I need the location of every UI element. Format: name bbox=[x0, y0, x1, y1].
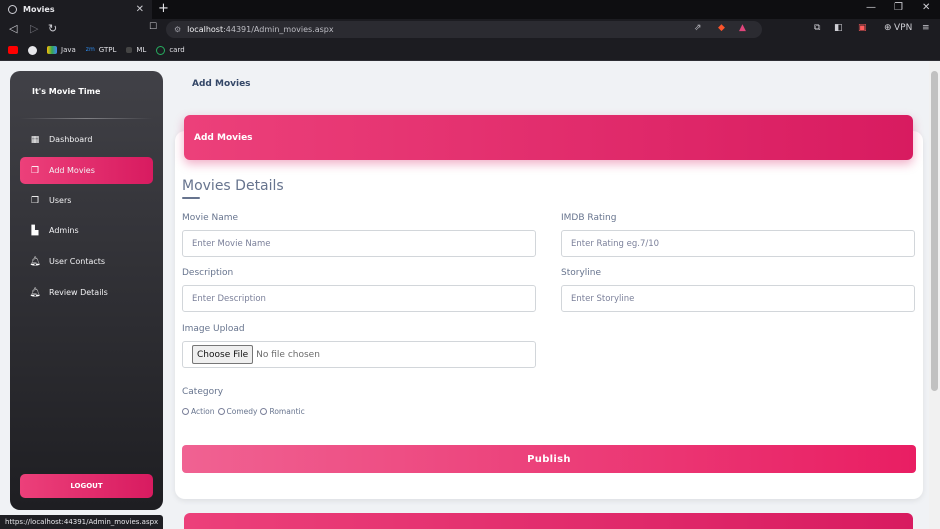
movie-name-label: Movie Name bbox=[182, 213, 239, 223]
bell-icon: 🔔︎ bbox=[29, 256, 41, 267]
section-underline bbox=[182, 197, 200, 199]
category-label: Category bbox=[182, 387, 224, 397]
dashboard-icon: ▦ bbox=[30, 134, 40, 145]
radio-romantic[interactable] bbox=[260, 408, 268, 415]
extensions-icon[interactable]: ⧉ bbox=[814, 23, 820, 33]
card-icon bbox=[156, 45, 166, 55]
brave-rewards-icon[interactable]: ▲ bbox=[739, 23, 746, 33]
minimize-icon[interactable]: — bbox=[866, 2, 876, 13]
youtube-bookmark[interactable] bbox=[8, 46, 18, 54]
description-input[interactable]: Enter Description bbox=[182, 285, 536, 312]
sidebar-item-label: Users bbox=[49, 196, 72, 205]
browser-tab-bar: Movies ✕ + — ❐ ✕ bbox=[0, 0, 940, 19]
browser-tab[interactable]: Movies ✕ bbox=[0, 0, 152, 19]
bookmark-java[interactable]: Java bbox=[47, 46, 76, 54]
forward-icon[interactable]: ▷ bbox=[30, 22, 38, 35]
page-title: Add Movies bbox=[192, 79, 251, 89]
radio-action-label[interactable]: Action bbox=[191, 407, 215, 416]
section-title: Movies Details bbox=[182, 178, 284, 194]
users-icon: ❐ bbox=[30, 195, 40, 206]
imdb-rating-label: IMDB Rating bbox=[561, 213, 617, 223]
image-upload-label: Image Upload bbox=[182, 324, 245, 334]
scrollbar-thumb[interactable] bbox=[931, 71, 938, 391]
sidebar-item-label: Dashboard bbox=[49, 135, 93, 144]
sidebar-item-label: Add Movies bbox=[49, 166, 95, 175]
sidebar-item-review-details[interactable]: 🔔︎ Review Details bbox=[20, 279, 153, 306]
sidebar-item-dashboard[interactable]: ▦ Dashboard bbox=[20, 126, 153, 153]
brave-shields-icon[interactable]: ◆ bbox=[718, 23, 725, 33]
sidebar: It's Movie Time ▦ Dashboard ❐ Add Movies… bbox=[10, 71, 163, 510]
image-upload-field[interactable]: Choose File No file chosen bbox=[182, 341, 536, 368]
close-tab-icon[interactable]: ✕ bbox=[136, 4, 144, 15]
choose-file-button[interactable]: Choose File bbox=[192, 345, 254, 364]
drive-icon bbox=[47, 46, 57, 54]
wallet-icon[interactable]: ▣ bbox=[858, 23, 867, 33]
storyline-label: Storyline bbox=[561, 268, 602, 278]
sidebar-item-label: Admins bbox=[49, 226, 79, 235]
sidebar-icon[interactable]: ◧ bbox=[834, 23, 843, 33]
bookmark-card[interactable]: card bbox=[156, 45, 185, 55]
radio-romantic-label[interactable]: Romantic bbox=[269, 407, 304, 416]
sidebar-divider bbox=[20, 118, 153, 119]
tab-title: Movies bbox=[23, 5, 55, 14]
imdb-rating-input[interactable]: Enter Rating eg.7/10 bbox=[561, 230, 915, 257]
storyline-input[interactable]: Enter Storyline bbox=[561, 285, 915, 312]
new-tab-button[interactable]: + bbox=[158, 1, 169, 16]
bookmark-gtpl[interactable]: zm GTPL bbox=[85, 46, 116, 54]
sidebar-item-users[interactable]: ❐ Users bbox=[20, 187, 153, 214]
bookmarks-bar: Java zm GTPL ML card bbox=[0, 40, 940, 61]
zoho-icon: zm bbox=[85, 46, 95, 54]
admins-icon: ▙ bbox=[31, 225, 39, 236]
sidebar-item-label: Review Details bbox=[49, 288, 108, 297]
movie-name-input[interactable]: Enter Movie Name bbox=[182, 230, 536, 257]
bell-icon: 🔔︎ bbox=[29, 287, 41, 298]
url-host: localhost bbox=[187, 25, 224, 34]
menu-icon[interactable]: ≡ bbox=[922, 23, 930, 33]
ml-icon bbox=[126, 47, 133, 53]
file-status: No file chosen bbox=[256, 349, 320, 360]
radio-action[interactable] bbox=[182, 408, 189, 415]
bookmark-icon[interactable]: ☐ bbox=[149, 22, 157, 32]
github-bookmark[interactable] bbox=[28, 45, 37, 55]
next-card-header bbox=[184, 513, 913, 529]
github-icon bbox=[28, 45, 37, 55]
status-url: https://localhost:44391/Admin_movies.asp… bbox=[0, 515, 164, 529]
sidebar-item-user-contacts[interactable]: 🔔︎ User Contacts bbox=[20, 248, 153, 275]
sidebar-item-admins[interactable]: ▙ Admins bbox=[20, 217, 153, 244]
logout-button[interactable]: LOGOUT bbox=[20, 474, 153, 498]
vpn-icon[interactable]: ⊕ bbox=[884, 23, 892, 33]
description-label: Description bbox=[182, 268, 234, 278]
card-header: Add Movies bbox=[184, 115, 913, 160]
sidebar-item-add-movies[interactable]: ❐ Add Movies bbox=[20, 157, 153, 184]
close-window-icon[interactable]: ✕ bbox=[922, 2, 930, 13]
reload-icon[interactable]: ↻ bbox=[48, 22, 57, 35]
maximize-icon[interactable]: ❐ bbox=[894, 2, 903, 13]
share-icon[interactable]: ⇗ bbox=[694, 23, 702, 33]
url-path: :44391/Admin_movies.aspx bbox=[223, 25, 334, 34]
category-radio-group: Action Comedy Romantic bbox=[182, 407, 308, 416]
vpn-label[interactable]: VPN bbox=[894, 23, 912, 33]
globe-icon bbox=[8, 5, 17, 14]
youtube-icon bbox=[8, 46, 18, 54]
browser-toolbar: ◁ ▷ ↻ ☐ ⚙ localhost:44391/Admin_movies.a… bbox=[0, 19, 940, 40]
bookmark-ml[interactable]: ML bbox=[126, 46, 146, 54]
brand-title[interactable]: It's Movie Time bbox=[32, 87, 100, 96]
page-scrollbar[interactable] bbox=[929, 61, 940, 529]
radio-comedy[interactable] bbox=[217, 408, 225, 415]
sidebar-item-label: User Contacts bbox=[49, 257, 106, 266]
add-movies-icon: ❐ bbox=[30, 165, 40, 176]
publish-button[interactable]: Publish bbox=[182, 445, 916, 473]
radio-comedy-label[interactable]: Comedy bbox=[227, 407, 258, 416]
site-info-icon[interactable]: ⚙ bbox=[174, 25, 181, 34]
back-icon[interactable]: ◁ bbox=[9, 22, 17, 35]
form-card bbox=[175, 131, 923, 499]
address-bar[interactable]: ⚙ localhost:44391/Admin_movies.aspx ⇗ ◆ … bbox=[166, 21, 762, 38]
